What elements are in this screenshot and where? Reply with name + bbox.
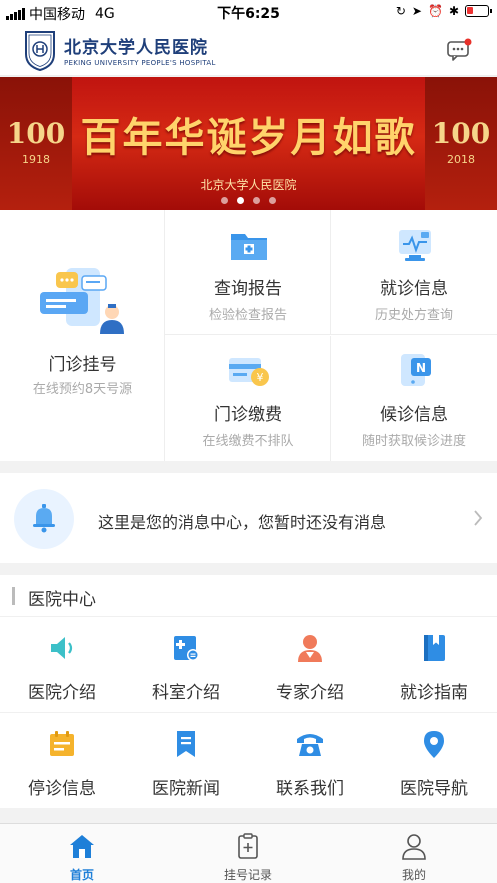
tab-profile-label: 我的 xyxy=(401,868,426,882)
tab-home[interactable]: 首页 xyxy=(22,824,142,883)
notice-text: 这里是您的消息中心，您暂时还没有消息 xyxy=(98,513,387,532)
report-folder-icon xyxy=(231,234,267,260)
telephone-icon xyxy=(297,734,323,756)
banner-right-year: 2018 xyxy=(447,153,475,166)
visit-info-icon xyxy=(399,230,431,261)
hospital-name-cn: 北京大学人民医院 xyxy=(64,38,208,58)
bell-icon-wrap xyxy=(14,489,74,549)
tab-home-label: 首页 xyxy=(69,868,94,882)
status-right: ↻ ➤ ⏰ ✱ xyxy=(395,4,492,18)
bluetooth-icon: ✱ xyxy=(448,4,459,18)
tab-registration-records-label: 挂号记录 xyxy=(223,868,272,882)
payment-card-icon: ¥ xyxy=(229,358,269,386)
center-item-hospital-intro[interactable]: 医院介绍 xyxy=(0,617,124,712)
banner-dot[interactable] xyxy=(221,197,228,204)
banner-subtitle: 北京大学人民医院 xyxy=(200,178,297,192)
center-item-department-intro[interactable]: 科室介绍 xyxy=(124,617,248,712)
center-item-label: 停诊信息 xyxy=(28,779,96,799)
clipboard-plus-icon xyxy=(238,833,258,859)
center-item-label: 就诊指南 xyxy=(400,683,468,703)
service-query-report-title: 查询报告 xyxy=(214,279,282,299)
service-main-subtitle: 在线预约8天号源 xyxy=(32,382,133,397)
service-waiting-info-title: 候诊信息 xyxy=(380,405,448,425)
section-marker xyxy=(12,587,15,605)
center-item-label: 医院介绍 xyxy=(28,683,96,703)
center-item-label: 医院新闻 xyxy=(152,779,220,799)
service-payment-subtitle: 在线缴费不排队 xyxy=(202,434,294,449)
banner-dot[interactable] xyxy=(269,197,276,204)
appointment-phone-icon xyxy=(40,268,124,334)
svg-text:¥: ¥ xyxy=(257,371,264,384)
promo-banner[interactable]: 100 1918 100 2018 百年华诞岁月如歌 北京大学人民医院 xyxy=(0,77,497,210)
center-item-suspension-info[interactable]: 停诊信息 xyxy=(0,713,124,808)
center-item-hospital-navigation[interactable]: 医院导航 xyxy=(372,713,496,808)
banner-right-panel: 100 2018 xyxy=(425,77,497,210)
rotation-lock-icon: ↻ xyxy=(395,4,406,18)
banner-dot-active[interactable] xyxy=(237,197,244,204)
service-payment[interactable]: ¥ 门诊缴费 在线缴费不排队 xyxy=(165,336,331,461)
center-item-label: 联系我们 xyxy=(276,779,344,799)
hospital-center-header: 医院中心 xyxy=(0,575,497,617)
location-arrow-icon: ➤ xyxy=(411,4,422,18)
service-payment-title: 门诊缴费 xyxy=(214,405,282,425)
banner-left-panel: 100 1918 xyxy=(0,77,72,210)
center-item-label: 专家介绍 xyxy=(276,683,344,703)
center-item-label: 医院导航 xyxy=(400,779,468,799)
service-visit-info-subtitle: 历史处方查询 xyxy=(374,308,453,323)
service-query-report-subtitle: 检验检查报告 xyxy=(208,308,287,323)
banner-right-badge: 100 xyxy=(431,117,491,150)
banner-dot[interactable] xyxy=(253,197,260,204)
service-outpatient-registration[interactable]: 门诊挂号 在线预约8天号源 xyxy=(0,210,165,461)
user-icon xyxy=(402,834,426,860)
banner-pagination xyxy=(0,197,497,204)
banner-left-year: 1918 xyxy=(22,153,50,166)
calendar-icon xyxy=(50,731,74,756)
tab-profile[interactable]: 我的 xyxy=(354,824,474,883)
queue-notice-icon: N xyxy=(401,354,431,386)
service-waiting-info-subtitle: 随时获取候诊进度 xyxy=(361,434,466,449)
center-item-visit-guide[interactable]: 就诊指南 xyxy=(372,617,496,712)
center-item-expert-intro[interactable]: 专家介绍 xyxy=(248,617,372,712)
chevron-right-icon xyxy=(474,510,483,526)
hospital-center: 医院中心 医院介绍 科室介绍 专家介绍 就诊指南 停诊信息 医院新闻 联系我们 … xyxy=(0,575,497,808)
center-item-contact-us[interactable]: 联系我们 xyxy=(248,713,372,808)
guide-book-icon xyxy=(424,635,445,661)
battery-icon xyxy=(465,5,492,17)
hospital-center-title: 医院中心 xyxy=(28,590,96,610)
svg-text:N: N xyxy=(416,361,426,375)
app-screen: 中国移动 4G 下午6:25 ↻ ➤ ⏰ ✱ 北京大学人民医院 PEKING U… xyxy=(0,0,497,883)
speaker-icon xyxy=(51,637,73,659)
banner-left-badge: 100 xyxy=(6,117,66,150)
banner-title: 百年华诞岁月如歌 xyxy=(80,114,417,161)
location-pin-icon xyxy=(424,731,444,758)
service-query-report[interactable]: 查询报告 检验检查报告 xyxy=(165,210,331,335)
service-visit-info[interactable]: 就诊信息 历史处方查询 xyxy=(331,210,497,335)
message-center-notice[interactable]: 这里是您的消息中心，您暂时还没有消息 xyxy=(0,473,497,563)
tab-registration-records[interactable]: 挂号记录 xyxy=(188,824,308,883)
service-visit-info-title: 就诊信息 xyxy=(380,279,448,299)
home-icon xyxy=(70,835,94,858)
hospital-name-en: PEKING UNIVERSITY PEOPLE'S HOSPITAL xyxy=(64,59,216,67)
center-item-label: 科室介绍 xyxy=(152,683,220,703)
service-waiting-info[interactable]: N 候诊信息 随时获取候诊进度 xyxy=(331,336,497,461)
doctor-icon xyxy=(298,635,322,662)
center-item-hospital-news[interactable]: 医院新闻 xyxy=(124,713,248,808)
status-bar: 中国移动 4G 下午6:25 ↻ ➤ ⏰ ✱ xyxy=(0,0,497,24)
message-icon[interactable] xyxy=(447,38,473,62)
news-bookmark-icon xyxy=(177,731,195,757)
app-header: 北京大学人民医院 PEKING UNIVERSITY PEOPLE'S HOSP… xyxy=(0,24,497,76)
alarm-icon: ⏰ xyxy=(427,4,443,18)
hospital-brand: 北京大学人民医院 PEKING UNIVERSITY PEOPLE'S HOSP… xyxy=(64,33,216,67)
department-icon xyxy=(174,636,199,661)
hospital-logo xyxy=(25,31,55,72)
service-main-title: 门诊挂号 xyxy=(48,355,117,375)
bell-icon xyxy=(33,504,55,533)
service-grid: 门诊挂号 在线预约8天号源 查询报告 检验检查报告 就诊信息 历史处方查询 ¥ … xyxy=(0,210,497,461)
bottom-tab-bar: 首页 挂号记录 我的 xyxy=(0,823,497,883)
